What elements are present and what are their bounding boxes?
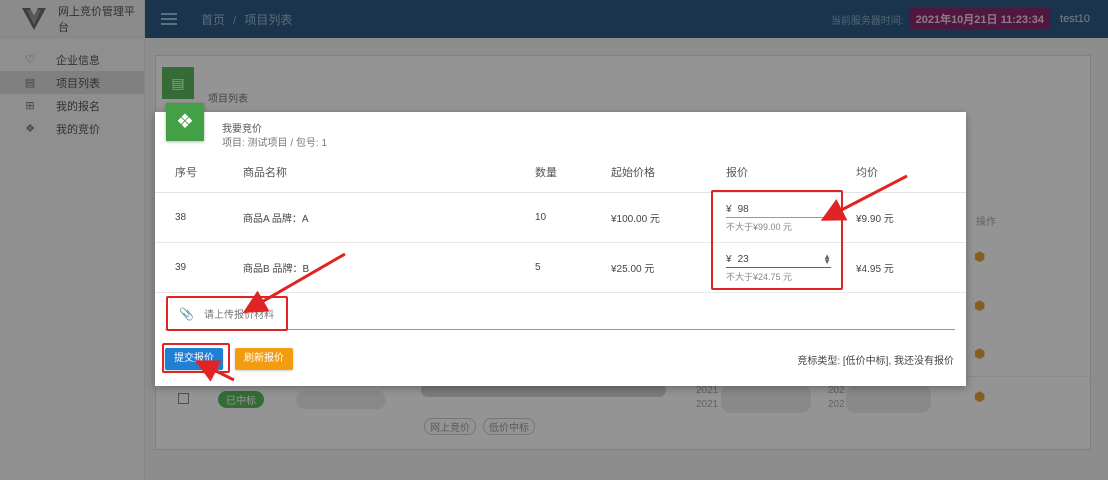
column-header-name: 商品名称 bbox=[243, 152, 535, 193]
cell-name: 商品B 品牌：B bbox=[243, 242, 535, 293]
cell-start-price: ¥25.00 元 bbox=[611, 242, 726, 293]
table-row: 39 商品B 品牌：B 5 ¥25.00 元 ¥23 ▲ ▼ 不大于¥24.75 … bbox=[155, 242, 966, 293]
bid-modal: ❖ 我要竞价 项目: 测试项目 / 包号: 1 序号 商品名称 数量 起始价格 … bbox=[155, 103, 966, 386]
annotation-box-quotes bbox=[711, 190, 843, 290]
diamond-icon: ❖ bbox=[166, 103, 204, 141]
quote-table: 序号 商品名称 数量 起始价格 报价 均价 38 商品A 品牌：A 10 ¥10… bbox=[155, 152, 966, 293]
cell-no: 38 bbox=[155, 192, 243, 243]
column-header-no: 序号 bbox=[155, 152, 243, 193]
cell-avg: ¥4.95 元 bbox=[856, 242, 966, 293]
modal-subtitle: 项目: 测试项目 / 包号: 1 bbox=[222, 138, 328, 149]
cell-qty: 10 bbox=[535, 192, 611, 243]
column-header-quote: 报价 bbox=[726, 152, 856, 193]
cell-no: 39 bbox=[155, 242, 243, 293]
column-header-start-price: 起始价格 bbox=[611, 152, 726, 193]
bid-type-status: 竞标类型: [低价中标], 我还没有报价 bbox=[797, 356, 954, 367]
cell-start-price: ¥100.00 元 bbox=[611, 192, 726, 243]
cell-qty: 5 bbox=[535, 242, 611, 293]
cell-name: 商品A 品牌：A bbox=[243, 192, 535, 243]
annotation-box-upload bbox=[166, 296, 288, 331]
annotation-box-submit bbox=[162, 343, 230, 373]
refresh-quote-button[interactable]: 刷新报价 bbox=[235, 348, 293, 370]
column-header-qty: 数量 bbox=[535, 152, 611, 193]
table-header-row: 序号 商品名称 数量 起始价格 报价 均价 bbox=[155, 152, 966, 193]
table-row: 38 商品A 品牌：A 10 ¥100.00 元 ¥98 不大于¥99.00 元… bbox=[155, 192, 966, 243]
modal-title: 我要竞价 bbox=[222, 124, 262, 135]
cell-avg: ¥9.90 元 bbox=[856, 192, 966, 243]
column-header-avg: 均价 bbox=[856, 152, 966, 193]
